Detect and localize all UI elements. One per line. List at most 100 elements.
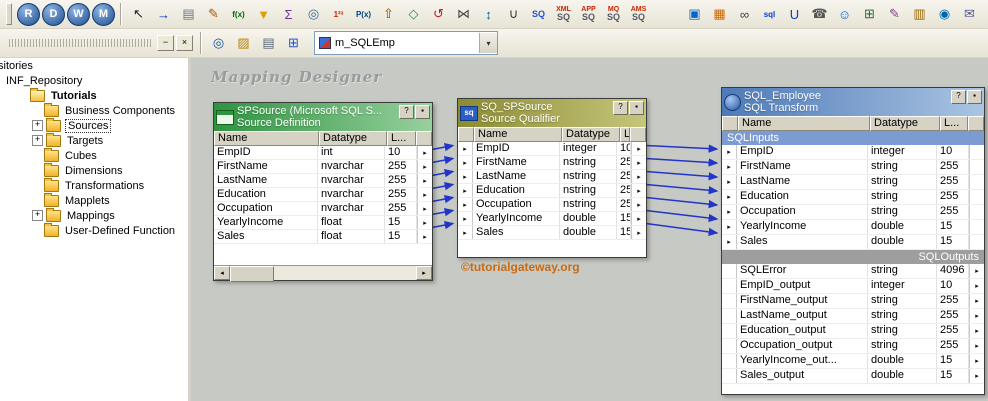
input-port[interactable]: ▸ xyxy=(458,142,473,155)
panel-close-button[interactable]: × xyxy=(176,35,193,51)
edit-table-icon[interactable]: ✎ xyxy=(882,2,907,27)
aggregator-icon[interactable]: Σ xyxy=(276,2,301,27)
mapping-canvas[interactable]: Mapping Designer SPSource (Microsoft SQL… xyxy=(191,58,988,401)
input-port[interactable]: ▸ xyxy=(722,220,737,234)
help-button[interactable]: ? xyxy=(951,90,966,104)
output-port[interactable]: ▸ xyxy=(969,309,984,323)
joiner-icon[interactable]: ⋈ xyxy=(451,2,476,27)
mail-icon[interactable]: ✉ xyxy=(957,2,982,27)
panel-pin-button[interactable]: − xyxy=(157,35,174,51)
box-title-bar[interactable]: SQ_SPSource Source Qualifier ? ▪ xyxy=(458,99,646,127)
xml-sq-icon[interactable]: XML SQ xyxy=(551,2,576,27)
output-port[interactable]: ▸ xyxy=(969,279,984,293)
transformation-box-source-qualifier[interactable]: SQ_SPSource Source Qualifier ? ▪ NameDat… xyxy=(457,98,647,258)
input-port[interactable]: ▸ xyxy=(458,170,473,183)
port-row-occupation[interactable]: Occupation nvarchar 255 ▸ xyxy=(214,202,432,216)
port-row-education-output[interactable]: Education_output string 255 ▸ xyxy=(722,324,984,339)
port-row-sales[interactable]: Sales float 15 ▸ xyxy=(214,230,432,244)
output-port[interactable]: ▸ xyxy=(417,174,432,187)
tree-item-sources[interactable]: + Sources xyxy=(0,117,188,133)
help-button[interactable]: ? xyxy=(613,101,628,115)
mapping-copy-icon[interactable]: ▣ xyxy=(682,2,707,27)
globe-icon[interactable]: ◉ xyxy=(932,2,957,27)
output-port[interactable]: ▸ xyxy=(969,354,984,368)
output-port[interactable]: ▸ xyxy=(631,156,646,169)
port-row-empid[interactable]: ▸EmpIDinteger10▸ xyxy=(458,142,646,156)
edit-properties-icon[interactable]: ✎ xyxy=(201,2,226,27)
port-row-occupation[interactable]: ▸Occupationnstring255▸ xyxy=(458,198,646,212)
input-port[interactable]: ▸ xyxy=(722,160,737,174)
horizontal-scrollbar[interactable]: ◂ ▸ xyxy=(214,265,432,282)
output-port[interactable]: ▸ xyxy=(417,216,432,229)
tree-item-transformations[interactable]: Transformations xyxy=(0,177,188,193)
port-row-firstname[interactable]: ▸ FirstName string 255 xyxy=(722,160,984,175)
tree-item-targets[interactable]: + Targets xyxy=(0,132,188,148)
input-port[interactable]: ▸ xyxy=(722,235,737,249)
port-row-yearlyincome[interactable]: YearlyIncome float 15 ▸ xyxy=(214,216,432,230)
minimize-button[interactable]: ▪ xyxy=(415,105,430,119)
transformation-box-source-definition[interactable]: SPSource (Microsoft SQL S... Source Defi… xyxy=(213,102,433,282)
output-port[interactable]: ▸ xyxy=(969,264,984,278)
output-port[interactable]: ▸ xyxy=(969,369,984,383)
box-title-bar[interactable]: SQL_Employee SQL Transform ? ▪ xyxy=(722,88,984,116)
mapplet-icon[interactable]: ▦ xyxy=(707,2,732,27)
find-icon[interactable]: ∞ xyxy=(732,2,757,27)
input-port[interactable]: ▸ xyxy=(722,205,737,219)
lookup-icon[interactable]: ◎ xyxy=(301,2,326,27)
output-port[interactable]: ▸ xyxy=(631,184,646,197)
sorter-icon[interactable]: ↕ xyxy=(476,2,501,27)
filter-icon[interactable]: ▼ xyxy=(251,2,276,27)
input-port[interactable]: ▸ xyxy=(722,145,737,159)
input-port[interactable]: ▸ xyxy=(458,212,473,225)
books-icon[interactable]: ▥ xyxy=(907,2,932,27)
toolbar-grip[interactable] xyxy=(6,3,12,25)
transformation-box-sql-transform[interactable]: SQL_Employee SQL Transform ? ▪ Name Datat… xyxy=(721,87,985,395)
port-row-firstname-output[interactable]: FirstName_output string 255 ▸ xyxy=(722,294,984,309)
output-port[interactable]: ▸ xyxy=(631,170,646,183)
input-port[interactable]: ▸ xyxy=(722,175,737,189)
link-ports-icon[interactable]: → xyxy=(151,2,176,27)
input-port[interactable]: ▸ xyxy=(722,190,737,204)
rank-icon[interactable]: ⇧ xyxy=(376,2,401,27)
scroll-left-button[interactable]: ◂ xyxy=(214,266,230,280)
port-row-firstname[interactable]: FirstName nvarchar 255 ▸ xyxy=(214,160,432,174)
port-row-education[interactable]: ▸ Education string 255 xyxy=(722,190,984,205)
port-row-lastname-output[interactable]: LastName_output string 255 ▸ xyxy=(722,309,984,324)
phone-icon[interactable]: ☎ xyxy=(807,2,832,27)
tree-item-business-components[interactable]: Business Components xyxy=(0,102,188,118)
copy-columns-icon[interactable]: ▤ xyxy=(176,2,201,27)
input-port[interactable]: ▸ xyxy=(458,226,473,239)
input-port[interactable]: ▸ xyxy=(458,184,473,197)
workflow-manager-icon[interactable]: W xyxy=(67,2,90,26)
port-row-lastname[interactable]: ▸ LastName string 255 xyxy=(722,175,984,190)
expression-icon[interactable]: f(x) xyxy=(226,2,251,27)
union-u-icon[interactable]: U xyxy=(782,2,807,27)
output-port[interactable]: ▸ xyxy=(969,339,984,353)
output-port[interactable]: ▸ xyxy=(417,230,432,243)
arrange-grid-icon[interactable]: ⊞ xyxy=(857,2,882,27)
port-row-yearlyincome[interactable]: ▸YearlyIncomedouble15▸ xyxy=(458,212,646,226)
contacts-icon[interactable]: ☺ xyxy=(832,2,857,27)
output-port[interactable]: ▸ xyxy=(631,142,646,155)
port-row-occupation[interactable]: ▸ Occupation string 255 xyxy=(722,205,984,220)
combo-dropdown-arrow-icon[interactable]: ▾ xyxy=(479,33,497,53)
port-row-sales-output[interactable]: Sales_output double 15 ▸ xyxy=(722,369,984,384)
port-row-sqlerror[interactable]: SQLError string 4096 ▸ xyxy=(722,264,984,279)
output-port[interactable]: ▸ xyxy=(969,324,984,338)
designer-icon[interactable]: D xyxy=(42,2,65,26)
scroll-thumb[interactable] xyxy=(230,266,274,282)
mq-sq-icon[interactable]: MQ SQ xyxy=(601,2,626,27)
repository-manager-icon[interactable]: R xyxy=(17,2,40,26)
source-qualifier-icon[interactable]: SQ xyxy=(526,2,551,27)
repository-navigator[interactable]: sitories INF_Repository Tutorials Business… xyxy=(0,58,191,401)
port-row-empid-output[interactable]: EmpID_output integer 10 ▸ xyxy=(722,279,984,294)
port-row-lastname[interactable]: ▸LastNamenstring255▸ xyxy=(458,170,646,184)
overview-window-icon[interactable]: ▨ xyxy=(231,31,256,56)
port-row-yearlyincome[interactable]: ▸ YearlyIncome double 15 xyxy=(722,220,984,235)
ams-sq-icon[interactable]: AMS SQ xyxy=(626,2,651,27)
tree-item-mappings[interactable]: + Mappings xyxy=(0,207,188,223)
tree-item-cubes[interactable]: Cubes xyxy=(0,147,188,163)
port-row-firstname[interactable]: ▸FirstNamenstring255▸ xyxy=(458,156,646,170)
port-row-sales[interactable]: ▸ Sales double 15 xyxy=(722,235,984,250)
print-icon[interactable]: ▤ xyxy=(256,31,281,56)
